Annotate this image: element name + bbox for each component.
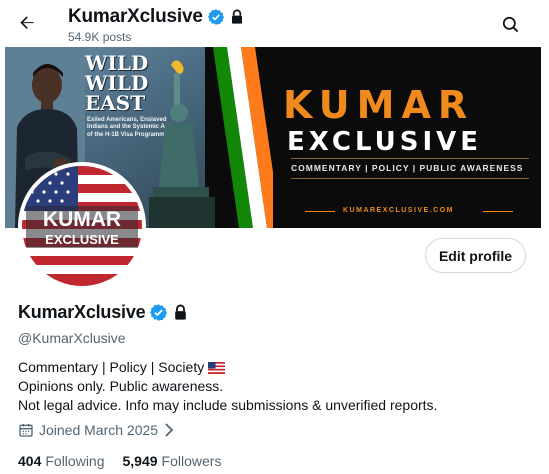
- us-flag-icon: [208, 361, 226, 374]
- following-link[interactable]: 404 Following: [18, 453, 105, 469]
- display-name-row: KumarXclusive: [18, 302, 189, 323]
- lock-icon: [172, 304, 189, 321]
- header-title-block: KumarXclusive 54.9K posts: [68, 5, 245, 44]
- user-handle: @KumarXclusive: [18, 330, 126, 346]
- page-title: KumarXclusive: [68, 6, 203, 27]
- joined-label: Joined March 2025: [39, 422, 159, 438]
- avatar-flag-image: KUMAR EXCLUSIVE: [22, 166, 142, 286]
- follow-stats: 404 Following 5,949 Followers: [18, 453, 239, 469]
- lock-icon: [229, 9, 245, 25]
- following-count: 404: [18, 453, 42, 469]
- verified-badge-icon[interactable]: [149, 303, 168, 322]
- arrow-left-icon: [17, 13, 37, 33]
- verified-badge-icon: [207, 8, 225, 26]
- post-count: 54.9K posts: [68, 30, 132, 44]
- followers-label: Followers: [161, 453, 222, 469]
- profile-bio: Commentary | Policy | Society Opinions o…: [18, 358, 437, 415]
- book-title: WILD WILD EAST: [85, 51, 149, 115]
- followers-link[interactable]: 5,949 Followers: [123, 453, 222, 469]
- banner-brand-exclusive: EXCLUSIVE: [287, 127, 482, 157]
- search-button[interactable]: [494, 8, 526, 40]
- chevron-right-icon: [163, 423, 175, 437]
- search-icon: [501, 15, 520, 34]
- display-name: KumarXclusive: [18, 302, 146, 322]
- divider: [305, 211, 335, 212]
- divider: [291, 178, 529, 179]
- avatar-text-kumar: KUMAR: [43, 208, 121, 231]
- top-bar: KumarXclusive 54.9K posts: [0, 0, 549, 47]
- statue-of-liberty-image: [149, 60, 215, 228]
- bio-line: Not legal advice. Info may include submi…: [18, 397, 438, 413]
- joined-date[interactable]: Joined March 2025: [18, 422, 175, 438]
- bio-line: Opinions only. Public awareness.: [18, 378, 224, 394]
- bio-line: Commentary | Policy | Society: [18, 359, 205, 375]
- flag-stripes-graphic: [213, 47, 273, 228]
- banner-url: KUMAREXCLUSIVE.COM: [343, 207, 455, 214]
- calendar-icon: [18, 422, 34, 438]
- following-label: Following: [45, 453, 105, 469]
- divider: [291, 158, 529, 159]
- banner-brand-kumar: KUMAR: [283, 83, 475, 127]
- avatar[interactable]: KUMAR EXCLUSIVE: [18, 162, 146, 290]
- followers-count: 5,949: [122, 453, 158, 469]
- edit-profile-button[interactable]: Edit profile: [425, 238, 526, 273]
- divider: [483, 211, 513, 212]
- avatar-text-exclusive: EXCLUSIVE: [45, 232, 119, 247]
- back-button[interactable]: [12, 8, 42, 38]
- banner-tagline: COMMENTARY | POLICY | PUBLIC AWARENESS: [291, 163, 524, 173]
